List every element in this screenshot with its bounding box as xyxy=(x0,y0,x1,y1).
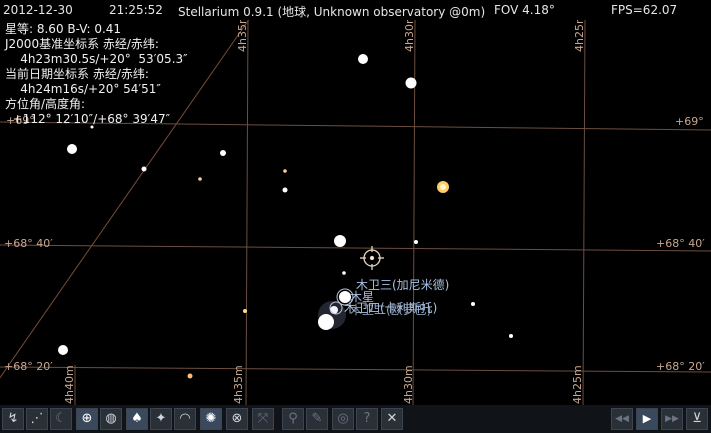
star[interactable] xyxy=(282,187,288,193)
equatorial-grid-icon: ⊕ xyxy=(81,411,93,426)
grid-label-alt: +68° 20′ xyxy=(4,360,53,373)
constellation-lines-button[interactable]: ↯ xyxy=(2,408,24,430)
fov-display: FOV 4.18° xyxy=(494,3,555,17)
config-button[interactable]: ✎ xyxy=(306,408,328,430)
grid-line-alt-6820 xyxy=(0,366,711,373)
star[interactable] xyxy=(58,345,68,355)
azalt-value: +112° 12′10″/+68° 39′47″ xyxy=(5,112,171,126)
grid-label-ra: 4h30m xyxy=(402,365,415,404)
bottom-toolbar: ↯ ⋰ ☾ ⊕ ◍ ♠ ✦ ◠ ✺ ⊗ ⤧ ⚲ ✎ ◎ ? ✕ ◀◀ ▶ ▶▶ … xyxy=(0,405,711,433)
fullscreen-icon: ⤧ xyxy=(257,411,269,426)
star-core xyxy=(440,184,446,190)
time-display: 21:25:52 xyxy=(109,3,163,17)
azimuth-grid-icon: ◍ xyxy=(105,411,117,426)
constellation-names-button[interactable]: ⋰ xyxy=(26,408,48,430)
rewind-icon: ◀◀ xyxy=(615,414,629,424)
forward-icon: ▶▶ xyxy=(665,414,679,424)
top-status-bar: 2012-12-30 21:25:52 Stellarium 0.9.1 (地球… xyxy=(0,0,711,20)
config-icon: ✎ xyxy=(311,411,323,426)
now-button[interactable]: ⊻ xyxy=(686,408,708,430)
grid-line-ra-4h35m xyxy=(245,17,249,406)
constellation-art-button[interactable]: ☾ xyxy=(50,408,72,430)
grid-line-ra-4h30m xyxy=(412,17,416,406)
azalt-label: 方位角/高度角: xyxy=(5,97,86,111)
selection-reticle xyxy=(360,246,384,270)
play-icon: ▶ xyxy=(642,412,652,425)
rewind-button[interactable]: ◀◀ xyxy=(611,408,633,430)
star[interactable] xyxy=(334,235,346,247)
grid-label-alt: +68° 20′ xyxy=(656,360,705,373)
app-location: Stellarium 0.9.1 (地球, Unknown observator… xyxy=(178,5,486,19)
date-display: 2012-12-30 xyxy=(3,3,73,17)
constellation-lines-icon: ↯ xyxy=(7,411,19,426)
star[interactable] xyxy=(509,334,513,338)
object-info-panel: 星等: 8.60 B-V: 0.41 J2000基准坐标系 赤经/赤纬: 4h2… xyxy=(5,22,188,127)
label-europa[interactable]: 木卫二(欧罗巴) xyxy=(350,301,431,318)
azimuth-grid-button[interactable]: ◍ xyxy=(100,408,122,430)
fullscreen-button[interactable]: ⤧ xyxy=(252,408,274,430)
equatorial-grid-button[interactable]: ⊕ xyxy=(76,408,98,430)
j2000-label: J2000基准坐标系 赤经/赤纬: xyxy=(5,37,159,51)
star[interactable] xyxy=(220,150,226,156)
view-icon: ◎ xyxy=(337,411,349,426)
grid-label-alt: +69° xyxy=(675,115,704,128)
atmosphere-icon: ◠ xyxy=(179,411,191,426)
star[interactable] xyxy=(471,302,475,306)
j2000-value: 4h23m30.5s/+20° 53′05.3″ xyxy=(5,52,188,66)
grid-label-ra: 4h40m xyxy=(63,365,76,404)
star[interactable] xyxy=(198,177,202,181)
star[interactable] xyxy=(342,271,346,275)
play-button[interactable]: ▶ xyxy=(636,408,658,430)
date-coord-value: 4h24m16s/+20° 54′51″ xyxy=(5,82,161,96)
grid-label-ra: 4h35m xyxy=(232,365,245,404)
now-icon: ⊻ xyxy=(692,411,702,426)
grid-label-alt: +68° 40′ xyxy=(4,237,53,250)
help-button[interactable]: ? xyxy=(356,408,378,430)
star[interactable] xyxy=(187,373,193,379)
ground-button[interactable]: ♠ xyxy=(126,408,148,430)
search-icon: ⚲ xyxy=(288,411,298,426)
star[interactable] xyxy=(141,166,147,172)
star[interactable] xyxy=(414,240,418,244)
star[interactable] xyxy=(243,309,247,313)
equatorial-mount-button[interactable]: ⊗ xyxy=(226,408,248,430)
constellation-art-icon: ☾ xyxy=(55,411,67,426)
star[interactable] xyxy=(358,54,368,64)
equatorial-mount-icon: ⊗ xyxy=(231,411,243,426)
view-button[interactable]: ◎ xyxy=(332,408,354,430)
constellation-names-icon: ⋰ xyxy=(30,411,44,426)
help-icon: ? xyxy=(363,411,371,426)
grid-label-alt: +68° 40′ xyxy=(656,237,705,250)
forward-button[interactable]: ▶▶ xyxy=(661,408,683,430)
jupiter-icon[interactable] xyxy=(318,314,334,330)
ground-icon: ♠ xyxy=(131,411,143,426)
star[interactable] xyxy=(283,169,287,173)
object-magnitude: 星等: 8.60 B-V: 0.41 xyxy=(5,22,122,36)
quit-button[interactable]: ✕ xyxy=(381,408,403,430)
nebulas-button[interactable]: ✺ xyxy=(200,408,222,430)
grid-label-ra: 4h25m xyxy=(571,365,584,404)
quit-icon: ✕ xyxy=(386,411,398,426)
cardinal-points-button[interactable]: ✦ xyxy=(150,408,172,430)
search-button[interactable]: ⚲ xyxy=(282,408,304,430)
star[interactable] xyxy=(67,144,77,154)
nebulas-icon: ✺ xyxy=(205,411,217,426)
fps-display: FPS=62.07 xyxy=(611,3,678,17)
date-coord-label: 当前日期坐标系 赤经/赤纬: xyxy=(5,67,149,81)
grid-line-alt-6840 xyxy=(0,244,711,252)
star[interactable] xyxy=(405,77,417,89)
moon-callisto[interactable] xyxy=(330,306,338,314)
cardinal-points-icon: ✦ xyxy=(155,411,167,426)
grid-line-ra-4h25m xyxy=(582,17,586,406)
atmosphere-button[interactable]: ◠ xyxy=(174,408,196,430)
